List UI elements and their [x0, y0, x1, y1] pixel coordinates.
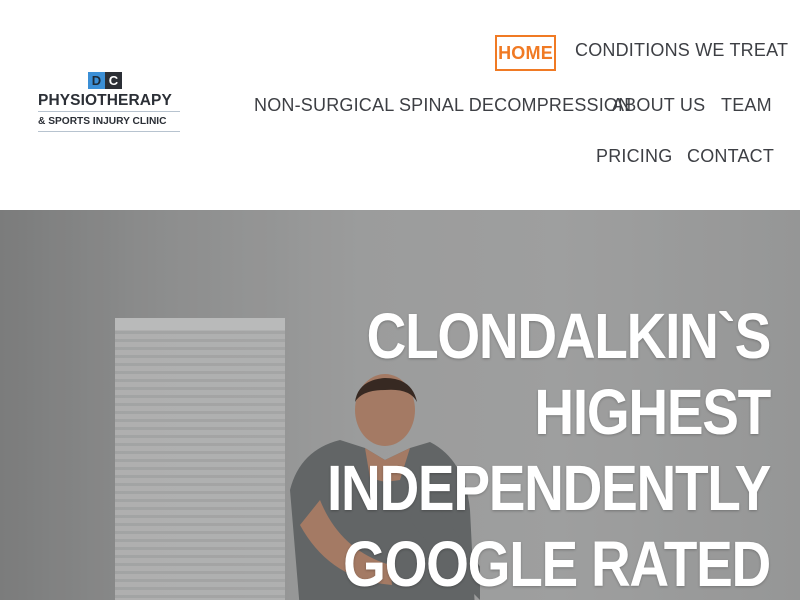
- nav-spinal-decompression[interactable]: NON-SURGICAL SPINAL DECOMPRESSION: [254, 95, 631, 116]
- hero-banner: CLONDALKIN`S HIGHEST INDEPENDENTLY GOOGL…: [0, 210, 800, 600]
- hero-heading: CLONDALKIN`S HIGHEST INDEPENDENTLY GOOGL…: [254, 298, 772, 600]
- logo-title: PHYSIOTHERAPY: [38, 92, 172, 109]
- clinic-logo[interactable]: D C PHYSIOTHERAPY & SPORTS INJURY CLINIC: [36, 70, 186, 134]
- hero-heading-line-4: GOOGLE RATED: [343, 528, 771, 600]
- logo-divider-bottom: [38, 131, 180, 132]
- nav-team[interactable]: TEAM: [721, 95, 772, 116]
- nav-conditions-we-treat[interactable]: CONDITIONS WE TREAT: [575, 40, 788, 61]
- nav-home[interactable]: HOME: [495, 35, 556, 71]
- nav-about-us[interactable]: ABOUT US: [612, 95, 705, 116]
- nav-pricing[interactable]: PRICING: [596, 146, 672, 167]
- logo-divider: [38, 111, 180, 112]
- hero-heading-line-2: HIGHEST: [534, 376, 771, 448]
- logo-badge-right: C: [105, 72, 122, 89]
- nav-contact[interactable]: CONTACT: [687, 146, 774, 167]
- hero-heading-line-3: INDEPENDENTLY: [326, 452, 771, 524]
- logo-subtitle: & SPORTS INJURY CLINIC: [38, 116, 167, 127]
- site-header: D C PHYSIOTHERAPY & SPORTS INJURY CLINIC…: [0, 0, 800, 210]
- logo-badge-left: D: [88, 72, 105, 89]
- hero-heading-line-1: CLONDALKIN`S: [366, 300, 772, 372]
- logo-badge: D C: [88, 72, 122, 89]
